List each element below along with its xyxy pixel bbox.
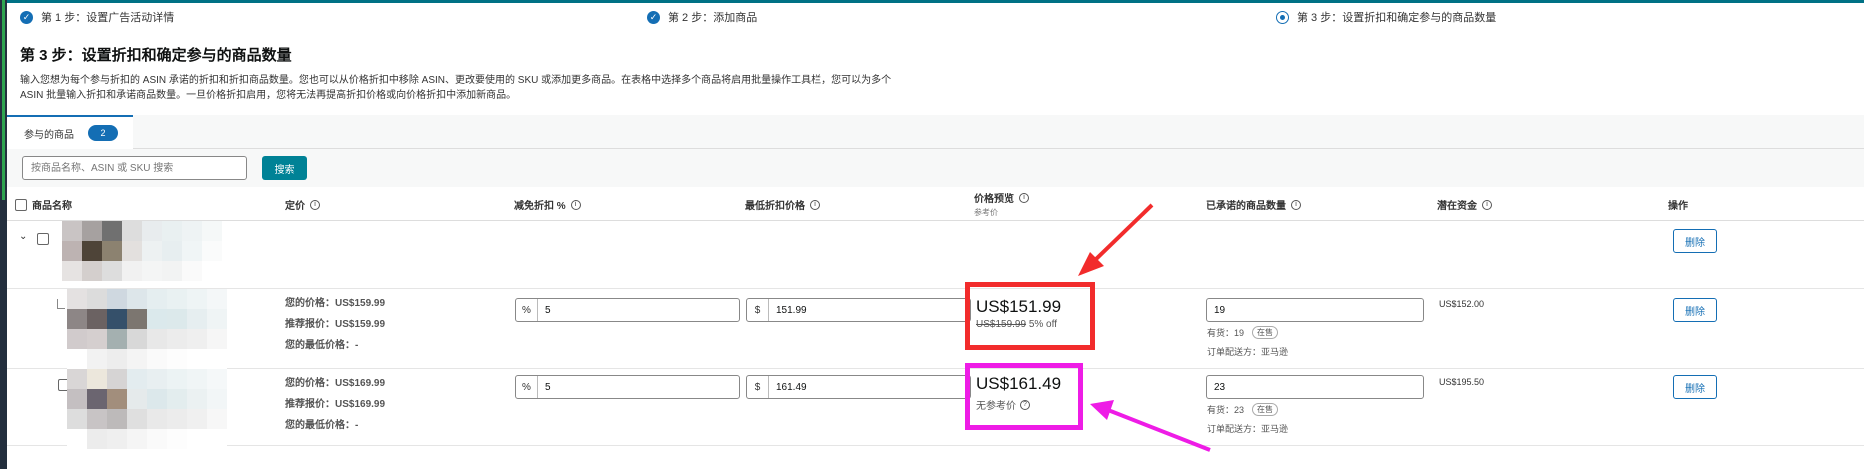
quantity-field[interactable]: 23	[1206, 375, 1424, 399]
highlight-box-red	[965, 282, 1095, 350]
recommended-price: 推荐报价：US$159.99	[285, 319, 386, 330]
info-icon[interactable]: i	[1291, 199, 1301, 210]
radio-selected-icon	[1276, 10, 1289, 24]
product-image-blurred	[67, 289, 227, 369]
table-row: 您的价格：US$169.99 推荐报价：US$169.99 您的最低价格：- %…	[7, 369, 1864, 449]
info-icon[interactable]: i	[570, 199, 581, 210]
dollar-prefix: $	[747, 376, 769, 398]
col-action: 操作	[1668, 197, 1688, 212]
stock-tag: 在售	[1252, 403, 1279, 416]
price-info: 您的价格：US$169.99 推荐报价：US$169.99 您的最低价格：-	[285, 373, 385, 436]
tab-bar: 参与的商品 2	[7, 115, 1864, 149]
tab-participating-products[interactable]: 参与的商品 2	[7, 115, 133, 149]
stock-info: 有货：19 在售	[1207, 326, 1279, 339]
fulfillment: 订单配送方：亚马逊	[1207, 347, 1289, 357]
count-badge: 2	[88, 125, 118, 141]
delete-button[interactable]: 删除	[1673, 375, 1717, 399]
info-icon[interactable]: i	[1019, 192, 1029, 203]
col-preview-sub: 参考价	[974, 208, 998, 217]
stock-info: 有货：23 在售	[1207, 403, 1279, 416]
potential-capital: US$152.00	[1439, 299, 1485, 309]
check-icon: ✓	[20, 10, 33, 24]
percent-prefix: %	[516, 299, 538, 321]
info-icon[interactable]: i	[1482, 199, 1492, 210]
discount-value: 5	[545, 381, 551, 393]
recommended-price: 推荐报价：US$169.99	[285, 399, 386, 410]
description-line: 输入您想为每个参与折扣的 ASIN 承诺的折扣和折扣商品数量。您也可以从价格折扣…	[20, 75, 892, 86]
chevron-down-icon[interactable]: ⌄	[19, 231, 27, 242]
table-header: 商品名称 定价 i 减免折扣 % i 最低折扣价格 i 价格预览 i 参考价 已承诺的商…	[7, 187, 1864, 221]
row-checkbox[interactable]	[37, 233, 49, 245]
min-price-value: 161.49	[776, 381, 807, 393]
min-price-field[interactable]: $ 161.49	[746, 375, 971, 399]
stepper: ✓ 第 1 步：设置广告活动详情 ✓ 第 2 步：添加商品 第 3 步：设置折扣…	[20, 9, 1864, 31]
col-preview-label: 价格预览	[974, 194, 1014, 205]
page-description: 输入您想为每个参与折扣的 ASIN 承诺的折扣和折扣商品数量。您也可以从价格折扣…	[20, 73, 940, 103]
step-3-label: 第 3 步：设置折扣和确定参与的商品数量	[1297, 12, 1497, 24]
select-all-checkbox[interactable]	[15, 198, 27, 211]
step-2-label: 第 2 步：添加商品	[668, 12, 758, 24]
col-preview: 价格预览 i	[974, 190, 1029, 205]
col-discount: 减免折扣 % i	[514, 197, 581, 212]
table-row-parent: ⌄ 删除	[7, 221, 1864, 289]
step-2[interactable]: ✓ 第 2 步：添加商品	[647, 9, 757, 25]
stock-count: 有货：23	[1207, 405, 1245, 415]
stock-tag: 在售	[1252, 326, 1279, 339]
col-name-label: 商品名称	[32, 201, 72, 212]
delete-button[interactable]: 删除	[1673, 229, 1717, 253]
tree-connector	[57, 299, 65, 309]
min-price-field[interactable]: $ 151.99	[746, 298, 971, 322]
left-sidebar-strip	[0, 0, 7, 469]
col-list-price-label: 定价	[285, 201, 305, 212]
potential-capital: US$195.50	[1439, 377, 1485, 387]
percent-prefix: %	[516, 376, 538, 398]
step-3[interactable]: 第 3 步：设置折扣和确定参与的商品数量	[1276, 9, 1496, 25]
table-row: 您的价格：US$159.99 推荐报价：US$159.99 您的最低价格：- %…	[7, 289, 1864, 369]
description-line: ASIN 批量输入折扣和承诺商品数量。一旦价格折扣启用，您将无法再提高折扣价格或…	[20, 90, 517, 101]
tab-label: 参与的商品	[24, 129, 74, 141]
col-quantity-label: 已承诺的商品数量	[1206, 201, 1286, 212]
col-name: 商品名称	[15, 197, 72, 212]
min-price-value: 151.99	[776, 304, 807, 316]
info-icon[interactable]: i	[810, 199, 820, 210]
col-capital-label: 潜在资金	[1437, 201, 1477, 212]
search-button[interactable]: 搜索	[262, 156, 307, 180]
col-min-price-label: 最低折扣价格	[745, 201, 805, 212]
step-1-label: 第 1 步：设置广告活动详情	[41, 12, 175, 24]
price-info: 您的价格：US$159.99 推荐报价：US$159.99 您的最低价格：-	[285, 293, 385, 356]
lowest-price: 您的最低价格：-	[285, 340, 359, 351]
progress-indicator	[2, 0, 5, 200]
discount-setup-page: ✓ 第 1 步：设置广告活动详情 ✓ 第 2 步：添加商品 第 3 步：设置折扣…	[0, 0, 1864, 469]
filter-bar: 搜索	[7, 149, 1864, 187]
col-action-label: 操作	[1668, 201, 1688, 212]
your-price: 您的价格：US$159.99	[285, 298, 386, 309]
col-discount-label: 减免折扣 %	[514, 201, 566, 212]
discount-value: 5	[545, 304, 551, 316]
col-list-price: 定价 i	[285, 197, 320, 212]
info-icon[interactable]: i	[310, 199, 320, 210]
product-image-blurred	[67, 369, 227, 449]
dollar-prefix: $	[747, 299, 769, 321]
quantity-field[interactable]: 19	[1206, 298, 1424, 322]
top-accent-line	[7, 0, 1864, 3]
col-capital: 潜在资金 i	[1437, 197, 1492, 212]
col-quantity: 已承诺的商品数量 i	[1206, 197, 1301, 212]
check-icon: ✓	[647, 10, 660, 24]
fulfillment: 订单配送方：亚马逊	[1207, 424, 1289, 434]
your-price: 您的价格：US$169.99	[285, 378, 386, 389]
discount-field[interactable]: % 5	[515, 298, 740, 322]
discount-field[interactable]: % 5	[515, 375, 740, 399]
highlight-box-magenta	[965, 363, 1083, 430]
step-1[interactable]: ✓ 第 1 步：设置广告活动详情	[20, 9, 174, 25]
product-image-blurred	[62, 221, 222, 281]
lowest-price: 您的最低价格：-	[285, 420, 359, 431]
stock-count: 有货：19	[1207, 328, 1245, 338]
page-title: 第 3 步：设置折扣和确定参与的商品数量	[20, 47, 292, 64]
col-min-price: 最低折扣价格 i	[745, 197, 820, 212]
search-input[interactable]	[22, 156, 247, 180]
delete-button[interactable]: 删除	[1673, 298, 1717, 322]
